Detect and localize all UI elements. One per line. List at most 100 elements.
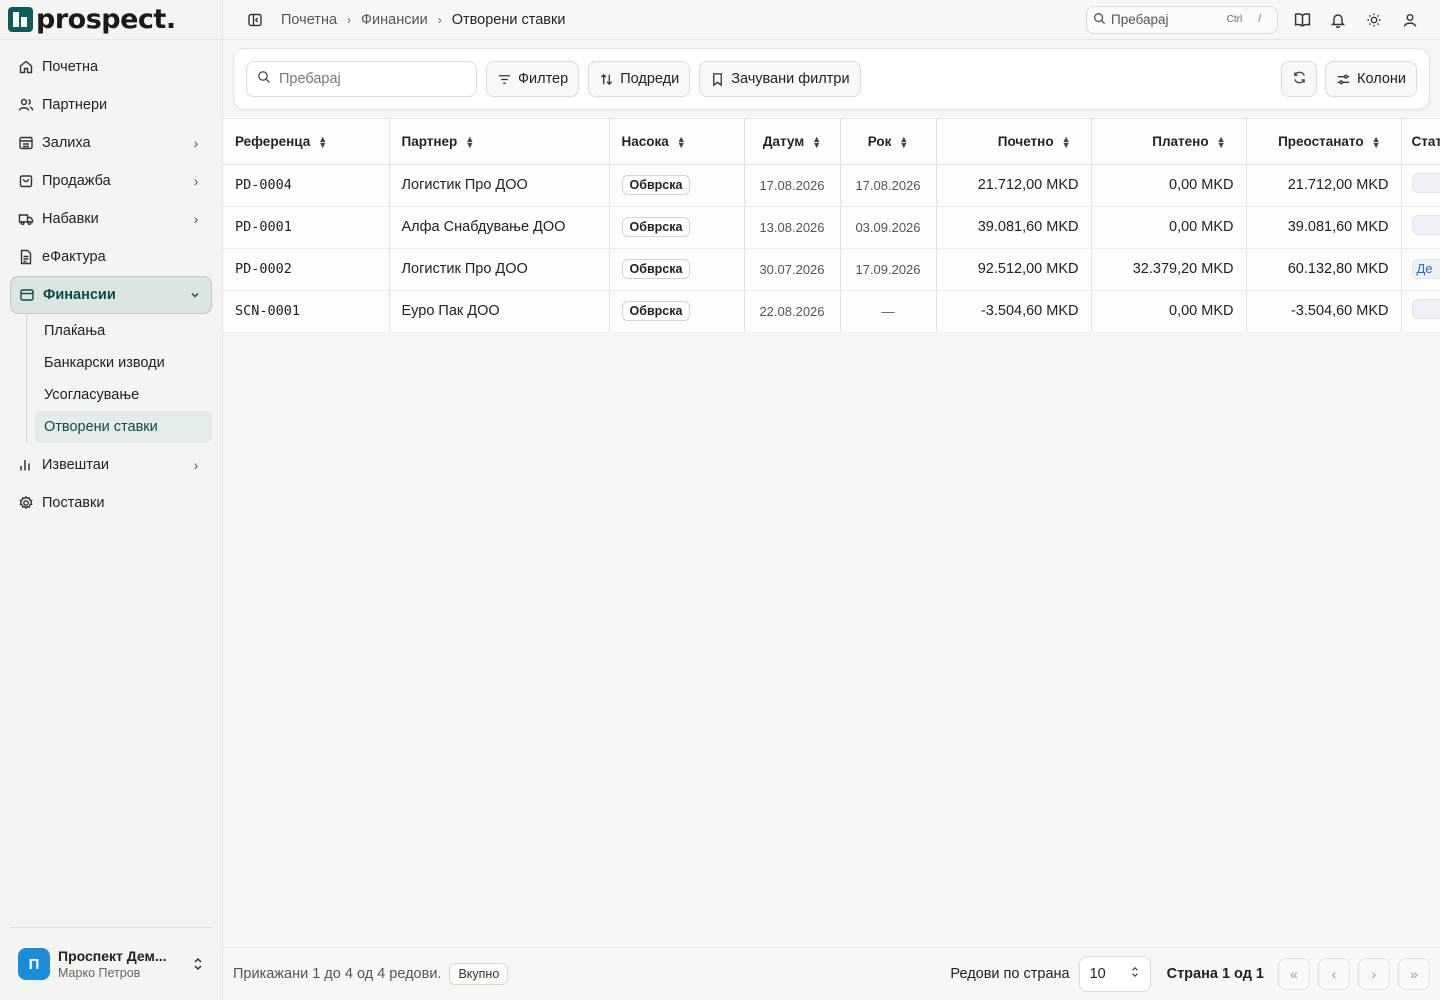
column-header-label: Насока — [621, 133, 669, 149]
columns-button[interactable]: Колони — [1325, 61, 1417, 97]
column-header-label: Почетно — [997, 133, 1054, 149]
column-header-remaining[interactable]: Преостанато ▲ ▼ — [1246, 119, 1402, 165]
cell-remaining: 21.712,00 MKD — [1246, 164, 1402, 207]
rows-info: Прикажани 1 до 4 од 4 редови. — [233, 966, 442, 982]
chevron-right-icon: › — [193, 173, 199, 189]
logo[interactable]: prospect. — [0, 0, 222, 40]
sidebar-item-home[interactable]: Почетна — [10, 48, 212, 86]
subnav-item-payments[interactable]: Плаќања — [35, 315, 212, 347]
table-toolbar: Пребарај Филтер Подреди Зачувани филтри … — [233, 48, 1430, 110]
table-search-input[interactable]: Пребарај — [246, 61, 477, 97]
sort-toggle-icon: ▲ ▼ — [1371, 134, 1381, 151]
direction-badge: Обврска — [621, 301, 691, 321]
bell-icon[interactable] — [1320, 6, 1356, 34]
cell-remaining: -3.504,60 MKD — [1246, 290, 1402, 333]
column-header-direction[interactable]: Насока ▲ ▼ — [609, 119, 745, 165]
subnav-item-bank-statements[interactable]: Банкарски изводи — [35, 347, 212, 379]
breadcrumb-finance[interactable]: Финансии — [361, 12, 428, 28]
chevron-right-icon: › — [437, 12, 442, 27]
table-row[interactable]: PD-0001 Алфа Снабдување ДОО Обврска 13.0… — [223, 206, 1440, 249]
book-open-icon[interactable] — [1284, 6, 1320, 34]
user-icon[interactable] — [1392, 6, 1428, 34]
sort-toggle-icon: ▲ ▼ — [465, 134, 475, 151]
sun-icon[interactable] — [1356, 6, 1392, 34]
sidebar: prospect. Почетна Партнери Залиха › Прод… — [0, 0, 223, 1000]
sidebar-item-settings[interactable]: Поставки — [10, 484, 212, 522]
topbar: Почетна › Финансии › Отворени ставки Пре… — [223, 0, 1440, 40]
sidebar-item-label: Продажба — [42, 173, 111, 189]
refresh-button[interactable] — [1281, 61, 1317, 97]
cell-status — [1401, 290, 1440, 333]
status-badge — [1411, 173, 1440, 193]
subnav-item-open-items[interactable]: Отворени ставки — [35, 411, 212, 443]
column-header-due[interactable]: Рок ▲ ▼ — [840, 119, 937, 165]
cell-due: 17.09.2026 — [840, 248, 937, 291]
main-content: Почетна › Финансии › Отворени ставки Пре… — [223, 0, 1440, 1000]
next-page-button[interactable]: › — [1358, 958, 1390, 990]
status-badge: Де — [1411, 259, 1440, 279]
direction-badge: Обврска — [621, 175, 691, 195]
breadcrumb-current: Отворени ставки — [451, 11, 566, 28]
breadcrumb: Почетна › Финансии › Отворени ставки — [281, 12, 565, 28]
table-row[interactable]: PD-0002 Логистик Про ДОО Обврска 30.07.2… — [223, 248, 1440, 291]
sidebar-item-purchases[interactable]: Набавки › — [10, 200, 212, 238]
column-header-label: Рок — [867, 133, 892, 149]
cell-due: — — [840, 290, 937, 333]
total-badge[interactable]: Вкупно — [449, 963, 509, 985]
sliders-icon — [1336, 72, 1351, 87]
column-header-date[interactable]: Датум ▲ ▼ — [744, 119, 841, 165]
column-header-status[interactable]: Стат — [1401, 119, 1440, 165]
cell-partner: Алфа Снабдување ДОО — [389, 206, 610, 249]
column-header-label: Платено — [1152, 133, 1209, 149]
sidebar-item-einvoice[interactable]: еФактура — [10, 238, 212, 276]
cell-due: 17.08.2026 — [840, 164, 937, 207]
sidebar-item-sales[interactable]: Продажба › — [10, 162, 212, 200]
user-menu[interactable]: П Проспект Дем... Марко Петров — [10, 927, 212, 1000]
sidebar-item-label: Залиха — [42, 135, 91, 151]
user-info: Проспект Дем... Марко Петров — [58, 948, 192, 980]
sidebar-item-label: Набавки — [42, 211, 99, 227]
sidebar-item-label: Почетна — [42, 59, 99, 75]
cell-reference: SCN-0001 — [223, 290, 390, 333]
filter-icon — [497, 72, 512, 87]
column-header-label: Партнер — [401, 133, 458, 149]
table-header-row: Референца ▲ ▼ Партнер ▲ ▼ Насока ▲ ▼ Датум ▲ ▼ Р… — [223, 119, 1440, 165]
rows-per-page-value: 10 — [1089, 966, 1106, 982]
cell-paid: 0,00 MKD — [1091, 290, 1247, 333]
sidebar-item-reports[interactable]: Извештаи › — [10, 446, 212, 484]
user-name: Марко Петров — [58, 966, 141, 980]
sidebar-item-finance[interactable]: Финансии — [10, 276, 212, 314]
shopping-bag-icon — [18, 173, 34, 189]
saved-filters-button[interactable]: Зачувани филтри — [699, 61, 861, 97]
global-search[interactable]: Пребарај Ctrl / — [1086, 5, 1278, 34]
last-page-button[interactable]: » — [1398, 958, 1430, 990]
breadcrumb-home[interactable]: Почетна — [281, 12, 337, 28]
cell-status: Де — [1401, 248, 1440, 291]
column-header-label: Стат — [1411, 133, 1440, 149]
status-badge — [1411, 215, 1440, 235]
columns-label: Колони — [1357, 71, 1406, 87]
first-page-button[interactable]: « — [1278, 958, 1310, 990]
column-header-paid[interactable]: Платено ▲ ▼ — [1091, 119, 1247, 165]
sidebar-item-inventory[interactable]: Залиха › — [10, 124, 212, 162]
rows-per-page-select[interactable]: 10 — [1078, 956, 1151, 992]
filter-button[interactable]: Филтер — [486, 61, 580, 97]
sort-arrows-icon — [599, 72, 614, 87]
inventory-icon — [18, 135, 34, 151]
column-header-partner[interactable]: Партнер ▲ ▼ — [389, 119, 610, 165]
sidebar-item-partners[interactable]: Партнери — [10, 86, 212, 124]
sidebar-toggle-icon[interactable] — [247, 12, 263, 28]
shortcut-key: / — [1258, 14, 1261, 25]
direction-badge: Обврска — [621, 259, 691, 279]
prev-page-button[interactable]: ‹ — [1318, 958, 1350, 990]
column-header-initial[interactable]: Почетно ▲ ▼ — [936, 119, 1092, 165]
cell-reference: PD-0004 — [223, 164, 390, 207]
column-header-reference[interactable]: Референца ▲ ▼ — [223, 119, 390, 165]
cell-reference: PD-0001 — [223, 206, 390, 249]
table-row[interactable]: PD-0004 Логистик Про ДОО Обврска 17.08.2… — [223, 164, 1440, 207]
table-row[interactable]: SCN-0001 Еуро Пак ДОО Обврска 22.08.2026… — [223, 290, 1440, 333]
cell-direction: Обврска — [609, 248, 745, 291]
sort-button[interactable]: Подреди — [588, 61, 691, 97]
pagination: Редови по страна 10 Страна 1 од 1 « ‹ › … — [950, 956, 1430, 992]
subnav-item-reconciliation[interactable]: Усогласување — [35, 379, 212, 411]
